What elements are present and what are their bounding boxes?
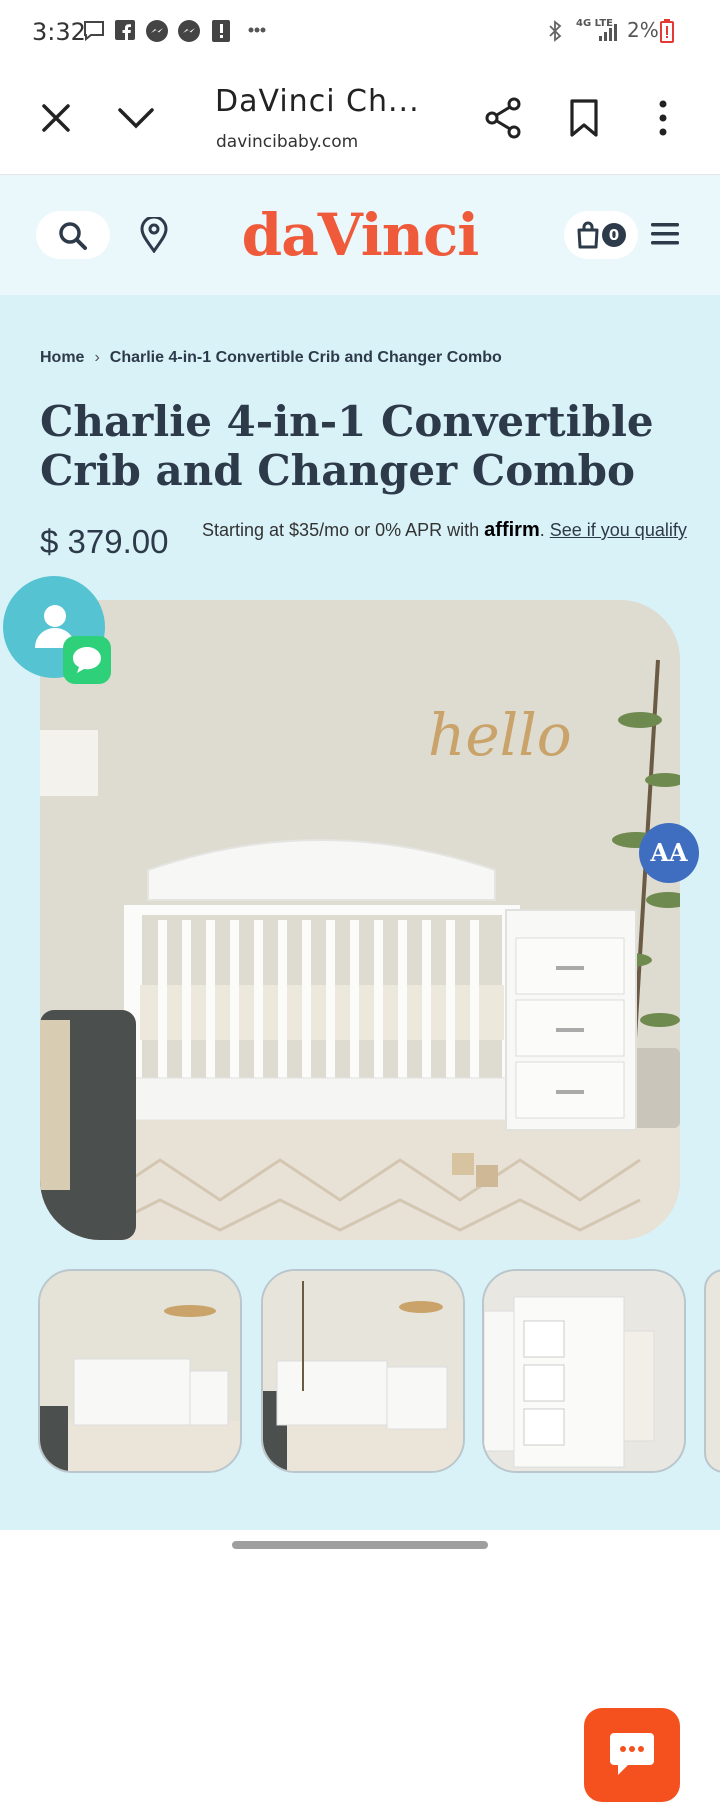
affirm-text: Starting at $35/mo or 0% APR with	[202, 520, 480, 540]
product-main-image[interactable]: hello	[40, 600, 680, 1240]
more-options-icon[interactable]	[656, 98, 670, 138]
shopping-bag-icon	[577, 221, 599, 249]
message-icon	[73, 647, 101, 673]
sms-badge	[63, 636, 111, 684]
chat-bubble-icon	[610, 1733, 654, 1775]
bookmark-icon[interactable]	[568, 98, 600, 138]
site-header: daVinci 0	[0, 175, 720, 295]
chevron-down-icon[interactable]	[116, 104, 156, 132]
thumbnail-2[interactable]	[261, 1269, 465, 1473]
browser-toolbar: DaVinci Ch... davincibaby.com	[0, 64, 720, 175]
battery-icon	[660, 19, 674, 43]
signal-icon	[599, 24, 617, 41]
messenger-icon-2	[178, 20, 200, 42]
affirm-logo: affirm	[484, 519, 540, 541]
thumbnail-4[interactable]	[704, 1269, 720, 1473]
product-page: Home › Charlie 4-in-1 Convertible Crib and…	[0, 295, 720, 1802]
tab-title: DaVinci Ch...	[215, 84, 420, 119]
messenger-icon	[146, 20, 168, 42]
hamburger-menu-icon[interactable]	[651, 222, 679, 246]
message-notification-icon	[84, 21, 104, 42]
cart-button[interactable]: 0	[564, 211, 638, 259]
product-title: Charlie 4-in-1 Convertible Crib and Chan…	[40, 397, 654, 495]
crib-photo: hello	[40, 600, 680, 1240]
breadcrumb-current: Charlie 4-in-1 Convertible Crib and Chan…	[109, 349, 502, 366]
affirm-financing: Starting at $35/mo or 0% APR with affirm…	[202, 519, 687, 541]
system-nav-bar	[0, 1530, 720, 1560]
alert-icon	[212, 20, 230, 42]
cart-count-badge: 0	[602, 223, 626, 247]
close-icon[interactable]	[40, 102, 72, 134]
more-notifications-icon	[248, 27, 266, 33]
thumbnail-1[interactable]	[38, 1269, 242, 1473]
chevron-right-icon: ›	[94, 349, 100, 366]
breadcrumb-home[interactable]: Home	[40, 349, 84, 366]
status-time: 3:32	[32, 18, 86, 46]
status-bar: 3:32 4G LTE 2%	[0, 0, 720, 64]
chat-button[interactable]	[584, 1708, 680, 1802]
bluetooth-icon	[549, 20, 562, 42]
hero-wall-sign: hello	[428, 701, 572, 769]
product-price: $ 379.00	[40, 523, 169, 560]
tab-url: davincibaby.com	[216, 132, 359, 152]
breadcrumb: Home › Charlie 4-in-1 Convertible Crib and…	[40, 349, 502, 367]
share-icon[interactable]	[484, 96, 524, 140]
battery-percent: 2%	[627, 18, 659, 42]
facebook-icon	[115, 20, 135, 40]
thumbnail-3[interactable]	[482, 1269, 686, 1473]
affirm-qualify-link[interactable]: See if you qualify	[550, 520, 687, 540]
home-gesture-handle[interactable]	[232, 1541, 488, 1549]
accessibility-button[interactable]: AA	[639, 823, 699, 883]
